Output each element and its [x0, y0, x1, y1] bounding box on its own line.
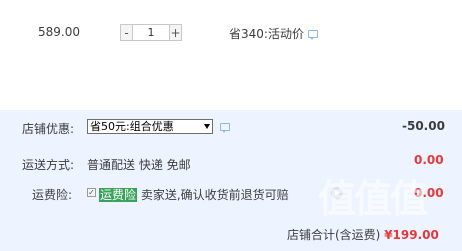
- shipping-amount: 0.00: [414, 153, 444, 167]
- quantity-increase-button[interactable]: +: [169, 24, 182, 41]
- quantity-decrease-button[interactable]: -: [120, 24, 133, 41]
- shipping-method-value: 普通配送 快递 免邮: [87, 158, 191, 172]
- shipping-method-label: 运送方式:: [22, 158, 75, 172]
- insurance-name[interactable]: 运费险: [99, 188, 138, 202]
- insurance-checkbox[interactable]: ✓: [87, 188, 96, 197]
- speech-bubble-icon[interactable]: [308, 30, 318, 40]
- dropdown-arrow-icon[interactable]: [204, 124, 210, 129]
- shop-discount-label: 店铺优惠:: [22, 122, 75, 136]
- insurance-label: 运费险:: [32, 188, 73, 202]
- checkbox-check-icon: ✓: [88, 188, 95, 197]
- savings-label: 省340:活动价: [229, 27, 304, 41]
- insurance-text: 运费险 卖家送,确认收货前退货可赔: [99, 186, 289, 203]
- shop-discount-selected: 省50元:组合优惠: [90, 120, 174, 133]
- watermark: 值值值: [318, 177, 428, 221]
- shop-total-label: 店铺合计(含运费): [287, 228, 381, 242]
- shop-total: 店铺合计(含运费) ¥199.00: [287, 226, 439, 243]
- quantity-input[interactable]: 1: [133, 24, 169, 41]
- shop-discount-select[interactable]: 省50元:组合优惠: [87, 119, 213, 134]
- insurance-description: 卖家送,确认收货前退货可赔: [137, 188, 289, 202]
- speech-bubble-icon[interactable]: [220, 123, 230, 133]
- cart-item-row: 589.00 - 1 + 省340:活动价: [0, 0, 462, 110]
- shop-total-amount: ¥199.00: [384, 228, 439, 242]
- shop-discount-amount: -50.00: [402, 119, 445, 133]
- item-price: 589.00: [38, 25, 80, 39]
- quantity-stepper[interactable]: - 1 +: [120, 24, 182, 41]
